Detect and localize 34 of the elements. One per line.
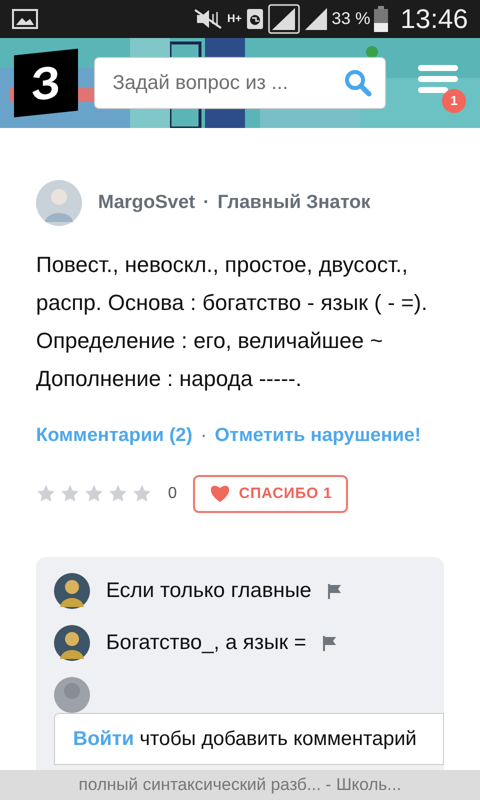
login-link[interactable]: Войти <box>73 728 134 750</box>
heart-icon <box>208 484 231 504</box>
flag-icon[interactable] <box>322 635 338 651</box>
signal-icon <box>304 7 328 31</box>
link[interactable]: Отметить нарушение! <box>214 422 421 450</box>
comment-text: Богатство_, а язык = <box>106 630 306 656</box>
author-rank: Главный Знаток <box>217 190 370 215</box>
signal-icon <box>268 4 300 34</box>
mute-icon <box>193 8 224 30</box>
author-name[interactable]: MargoSvet <box>98 188 196 218</box>
clock: 13:46 <box>400 2 468 36</box>
battery-icon <box>374 6 388 32</box>
search-field[interactable]: Задай вопрос из ... <box>94 57 386 109</box>
battery-percent: 33 % <box>332 8 370 30</box>
network-type-label: H+ <box>227 14 242 24</box>
thanks-button[interactable]: СПАСИБО 1 <box>192 474 348 513</box>
avatar <box>54 677 90 713</box>
gallery-icon <box>12 9 38 29</box>
star-rating[interactable] <box>36 484 152 504</box>
search-icon[interactable] <box>344 69 372 97</box>
flag-icon[interactable] <box>327 583 344 599</box>
menu-icon[interactable] <box>418 63 458 95</box>
logo[interactable]: З <box>14 48 78 118</box>
separator-dot: · <box>203 190 210 215</box>
answer-text: Повест., невоскл., простое, двусост., распр. Основа : богатство - язык ( - =). Определение : его, величайшее ~ Дополнение : народа -----. <box>36 251 428 393</box>
comment-text: Если только главные <box>106 578 312 604</box>
avatar <box>36 180 82 226</box>
avatar <box>54 573 90 609</box>
rating-count: 0 <box>168 484 177 504</box>
avatar <box>54 625 90 661</box>
comment-field[interactable]: Войти чтобы добавить комментарий <box>54 713 444 765</box>
separator-dot: · <box>200 424 207 448</box>
link[interactable]: Комментарии (2) <box>36 422 192 450</box>
page-title: полный синтаксический разб... - Школь... <box>78 774 402 796</box>
